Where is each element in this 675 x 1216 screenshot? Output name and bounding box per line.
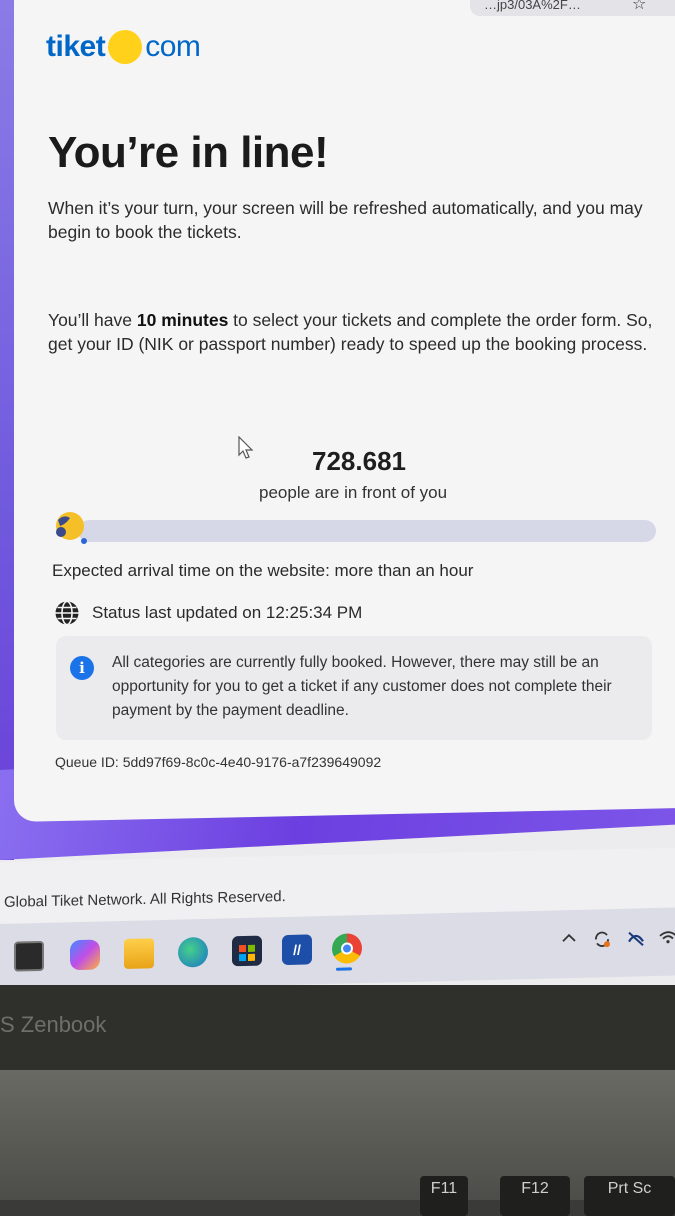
page-title: You’re in line!	[48, 128, 329, 177]
wifi-icon[interactable]	[658, 927, 675, 952]
asus-myasus-icon[interactable]: //	[282, 934, 312, 966]
edge-icon[interactable]	[178, 936, 208, 968]
logo-dot-icon	[108, 30, 143, 64]
key-f11[interactable]: F11	[420, 1176, 468, 1216]
laptop-brand: S Zenbook	[0, 1012, 107, 1037]
file-explorer-icon[interactable]	[124, 938, 154, 969]
logo-text-left: tiket	[46, 30, 106, 63]
queue-progress-bar	[78, 520, 656, 542]
tiket-logo[interactable]: tiket com	[46, 30, 201, 64]
active-app-indicator	[336, 967, 352, 971]
key-f12[interactable]: F12	[500, 1176, 570, 1216]
queue-count: 728.681	[312, 446, 406, 476]
time-notice-bold: 10 minutes	[136, 310, 229, 330]
status-text: Status last updated on 12:25:34 PM	[92, 603, 363, 622]
info-box: i All categories are currently fully boo…	[56, 636, 652, 740]
key-prtsc[interactable]: Prt Sc	[584, 1176, 675, 1216]
chrome-icon[interactable]	[332, 933, 362, 964]
logo-text-right: com	[145, 30, 201, 63]
chevron-up-icon[interactable]	[562, 930, 576, 948]
time-notice: You’ll have 10 minutes to select your ti…	[48, 308, 663, 356]
intro-text: When it’s your turn, your screen will be…	[48, 198, 643, 242]
mouse-cursor-icon	[238, 435, 254, 466]
eta-text: Expected arrival time on the website: mo…	[52, 561, 474, 580]
info-icon: i	[70, 656, 94, 680]
time-notice-before: You’ll have	[48, 310, 137, 330]
store-icon[interactable]	[232, 935, 262, 967]
task-view-icon[interactable]	[14, 940, 44, 972]
status-line: Status last updated on 12:25:34 PM	[54, 600, 362, 626]
footer-copyright: Global Tiket Network. All Rights Reserve…	[4, 888, 286, 911]
queue-count-label: people are in front of you	[259, 483, 448, 502]
screen: …jp3/03A%2F… ☆ tiket com You’re in line!…	[0, 0, 675, 990]
copilot-icon[interactable]	[70, 939, 100, 971]
info-message: All categories are currently fully booke…	[112, 654, 612, 719]
laptop-deck	[0, 1070, 675, 1200]
queue-id: Queue ID: 5dd97f69-8c0c-4e40-9176-a7f239…	[55, 754, 382, 770]
globe-icon	[55, 600, 79, 626]
network-off-icon[interactable]	[626, 928, 646, 953]
sync-icon[interactable]	[592, 929, 612, 954]
queue-runner-icon	[56, 512, 87, 544]
